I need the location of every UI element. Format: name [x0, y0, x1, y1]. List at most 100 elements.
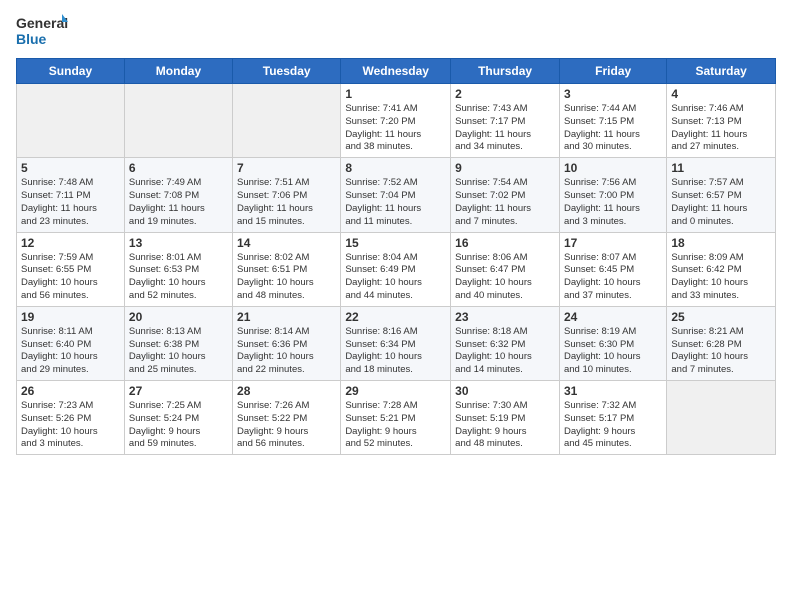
day-cell — [233, 84, 341, 158]
week-row-5: 26Sunrise: 7:23 AM Sunset: 5:26 PM Dayli… — [17, 381, 776, 455]
day-info: Sunrise: 7:25 AM Sunset: 5:24 PM Dayligh… — [129, 400, 228, 451]
day-cell: 9 Sunrise: 7:54 AM Sunset: 7:02 PM Daylig… — [451, 158, 560, 232]
day-cell: 31 Sunrise: 7:32 AM Sunset: 5:17 PM Dayli… — [559, 381, 666, 455]
weekday-header-tuesday: Tuesday — [233, 59, 341, 84]
week-row-2: 5Sunrise: 7:48 AM Sunset: 7:11 PM Daylig… — [17, 158, 776, 232]
day-info: Sunrise: 7:43 AM Sunset: 7:17 PM Dayligh… — [455, 103, 555, 154]
day-cell: 28 Sunrise: 7:26 AM Sunset: 5:22 PM Dayli… — [233, 381, 341, 455]
logo-icon: General Blue — [16, 12, 68, 50]
day-info: Sunrise: 7:51 AM Sunset: 7:06 PM Dayligh… — [237, 177, 336, 228]
day-number: 16 — [455, 236, 555, 250]
day-cell: 16 Sunrise: 8:06 AM Sunset: 6:47 PM Dayli… — [451, 232, 560, 306]
day-cell: 10Sunrise: 7:56 AM Sunset: 7:00 PM Dayli… — [559, 158, 666, 232]
weekday-header-friday: Friday — [559, 59, 666, 84]
day-info: Sunrise: 7:46 AM Sunset: 7:13 PM Dayligh… — [671, 103, 771, 154]
day-number: 17 — [564, 236, 662, 250]
week-row-4: 19Sunrise: 8:11 AM Sunset: 6:40 PM Dayli… — [17, 306, 776, 380]
day-number: 9 — [455, 161, 555, 175]
day-cell: 24 Sunrise: 8:19 AM Sunset: 6:30 PM Dayli… — [559, 306, 666, 380]
day-info: Sunrise: 7:32 AM Sunset: 5:17 PM Dayligh… — [564, 400, 662, 451]
day-info: Sunrise: 8:21 AM Sunset: 6:28 PM Dayligh… — [671, 326, 771, 377]
day-cell: 22 Sunrise: 8:16 AM Sunset: 6:34 PM Dayli… — [341, 306, 451, 380]
day-info: Sunrise: 8:18 AM Sunset: 6:32 PM Dayligh… — [455, 326, 555, 377]
day-number: 10 — [564, 161, 662, 175]
day-info: Sunrise: 8:09 AM Sunset: 6:42 PM Dayligh… — [671, 252, 771, 303]
day-cell: 26Sunrise: 7:23 AM Sunset: 5:26 PM Dayli… — [17, 381, 125, 455]
week-row-1: 1 Sunrise: 7:41 AM Sunset: 7:20 PM Daylig… — [17, 84, 776, 158]
day-cell — [17, 84, 125, 158]
day-cell: 4 Sunrise: 7:46 AM Sunset: 7:13 PM Daylig… — [667, 84, 776, 158]
day-info: Sunrise: 8:13 AM Sunset: 6:38 PM Dayligh… — [129, 326, 228, 377]
day-number: 6 — [129, 161, 228, 175]
day-cell: 25Sunrise: 8:21 AM Sunset: 6:28 PM Dayli… — [667, 306, 776, 380]
day-cell: 30 Sunrise: 7:30 AM Sunset: 5:19 PM Dayli… — [451, 381, 560, 455]
day-info: Sunrise: 7:57 AM Sunset: 6:57 PM Dayligh… — [671, 177, 771, 228]
week-row-3: 12Sunrise: 7:59 AM Sunset: 6:55 PM Dayli… — [17, 232, 776, 306]
day-info: Sunrise: 8:14 AM Sunset: 6:36 PM Dayligh… — [237, 326, 336, 377]
day-cell: 3Sunrise: 7:44 AM Sunset: 7:15 PM Daylig… — [559, 84, 666, 158]
day-cell: 11Sunrise: 7:57 AM Sunset: 6:57 PM Dayli… — [667, 158, 776, 232]
day-cell — [124, 84, 232, 158]
day-info: Sunrise: 8:19 AM Sunset: 6:30 PM Dayligh… — [564, 326, 662, 377]
svg-text:Blue: Blue — [16, 31, 47, 47]
day-number: 18 — [671, 236, 771, 250]
day-info: Sunrise: 7:30 AM Sunset: 5:19 PM Dayligh… — [455, 400, 555, 451]
weekday-header-saturday: Saturday — [667, 59, 776, 84]
day-number: 7 — [237, 161, 336, 175]
day-number: 20 — [129, 310, 228, 324]
weekday-header-row: SundayMondayTuesdayWednesdayThursdayFrid… — [17, 59, 776, 84]
day-info: Sunrise: 8:02 AM Sunset: 6:51 PM Dayligh… — [237, 252, 336, 303]
day-number: 1 — [345, 87, 446, 101]
day-number: 5 — [21, 161, 120, 175]
day-cell: 8 Sunrise: 7:52 AM Sunset: 7:04 PM Daylig… — [341, 158, 451, 232]
day-number: 31 — [564, 384, 662, 398]
day-info: Sunrise: 7:28 AM Sunset: 5:21 PM Dayligh… — [345, 400, 446, 451]
day-cell: 23Sunrise: 8:18 AM Sunset: 6:32 PM Dayli… — [451, 306, 560, 380]
day-cell: 2 Sunrise: 7:43 AM Sunset: 7:17 PM Daylig… — [451, 84, 560, 158]
day-info: Sunrise: 8:07 AM Sunset: 6:45 PM Dayligh… — [564, 252, 662, 303]
day-info: Sunrise: 8:06 AM Sunset: 6:47 PM Dayligh… — [455, 252, 555, 303]
page-container: General Blue SundayMondayTuesdayWednesda… — [0, 0, 792, 463]
day-cell: 7 Sunrise: 7:51 AM Sunset: 7:06 PM Daylig… — [233, 158, 341, 232]
weekday-header-sunday: Sunday — [17, 59, 125, 84]
weekday-header-wednesday: Wednesday — [341, 59, 451, 84]
day-number: 22 — [345, 310, 446, 324]
day-number: 4 — [671, 87, 771, 101]
day-cell: 6Sunrise: 7:49 AM Sunset: 7:08 PM Daylig… — [124, 158, 232, 232]
day-cell — [667, 381, 776, 455]
day-number: 2 — [455, 87, 555, 101]
day-number: 8 — [345, 161, 446, 175]
weekday-header-thursday: Thursday — [451, 59, 560, 84]
calendar-table: SundayMondayTuesdayWednesdayThursdayFrid… — [16, 58, 776, 455]
day-number: 13 — [129, 236, 228, 250]
day-info: Sunrise: 7:52 AM Sunset: 7:04 PM Dayligh… — [345, 177, 446, 228]
day-cell: 20 Sunrise: 8:13 AM Sunset: 6:38 PM Dayli… — [124, 306, 232, 380]
day-number: 24 — [564, 310, 662, 324]
day-number: 28 — [237, 384, 336, 398]
day-cell: 13 Sunrise: 8:01 AM Sunset: 6:53 PM Dayli… — [124, 232, 232, 306]
day-cell: 29 Sunrise: 7:28 AM Sunset: 5:21 PM Dayli… — [341, 381, 451, 455]
day-info: Sunrise: 8:16 AM Sunset: 6:34 PM Dayligh… — [345, 326, 446, 377]
day-number: 29 — [345, 384, 446, 398]
day-cell: 17 Sunrise: 8:07 AM Sunset: 6:45 PM Dayli… — [559, 232, 666, 306]
day-info: Sunrise: 7:26 AM Sunset: 5:22 PM Dayligh… — [237, 400, 336, 451]
day-cell: 21 Sunrise: 8:14 AM Sunset: 6:36 PM Dayli… — [233, 306, 341, 380]
day-cell: 14 Sunrise: 8:02 AM Sunset: 6:51 PM Dayli… — [233, 232, 341, 306]
day-cell: 18 Sunrise: 8:09 AM Sunset: 6:42 PM Dayli… — [667, 232, 776, 306]
day-number: 30 — [455, 384, 555, 398]
day-info: Sunrise: 7:44 AM Sunset: 7:15 PM Dayligh… — [564, 103, 662, 154]
day-info: Sunrise: 7:41 AM Sunset: 7:20 PM Dayligh… — [345, 103, 446, 154]
day-number: 21 — [237, 310, 336, 324]
day-number: 14 — [237, 236, 336, 250]
day-cell: 12Sunrise: 7:59 AM Sunset: 6:55 PM Dayli… — [17, 232, 125, 306]
day-cell: 1 Sunrise: 7:41 AM Sunset: 7:20 PM Daylig… — [341, 84, 451, 158]
day-cell: 15Sunrise: 8:04 AM Sunset: 6:49 PM Dayli… — [341, 232, 451, 306]
day-info: Sunrise: 7:54 AM Sunset: 7:02 PM Dayligh… — [455, 177, 555, 228]
day-number: 26 — [21, 384, 120, 398]
day-number: 27 — [129, 384, 228, 398]
day-info: Sunrise: 8:01 AM Sunset: 6:53 PM Dayligh… — [129, 252, 228, 303]
header: General Blue — [16, 12, 776, 50]
day-info: Sunrise: 7:59 AM Sunset: 6:55 PM Dayligh… — [21, 252, 120, 303]
weekday-header-monday: Monday — [124, 59, 232, 84]
day-info: Sunrise: 8:04 AM Sunset: 6:49 PM Dayligh… — [345, 252, 446, 303]
